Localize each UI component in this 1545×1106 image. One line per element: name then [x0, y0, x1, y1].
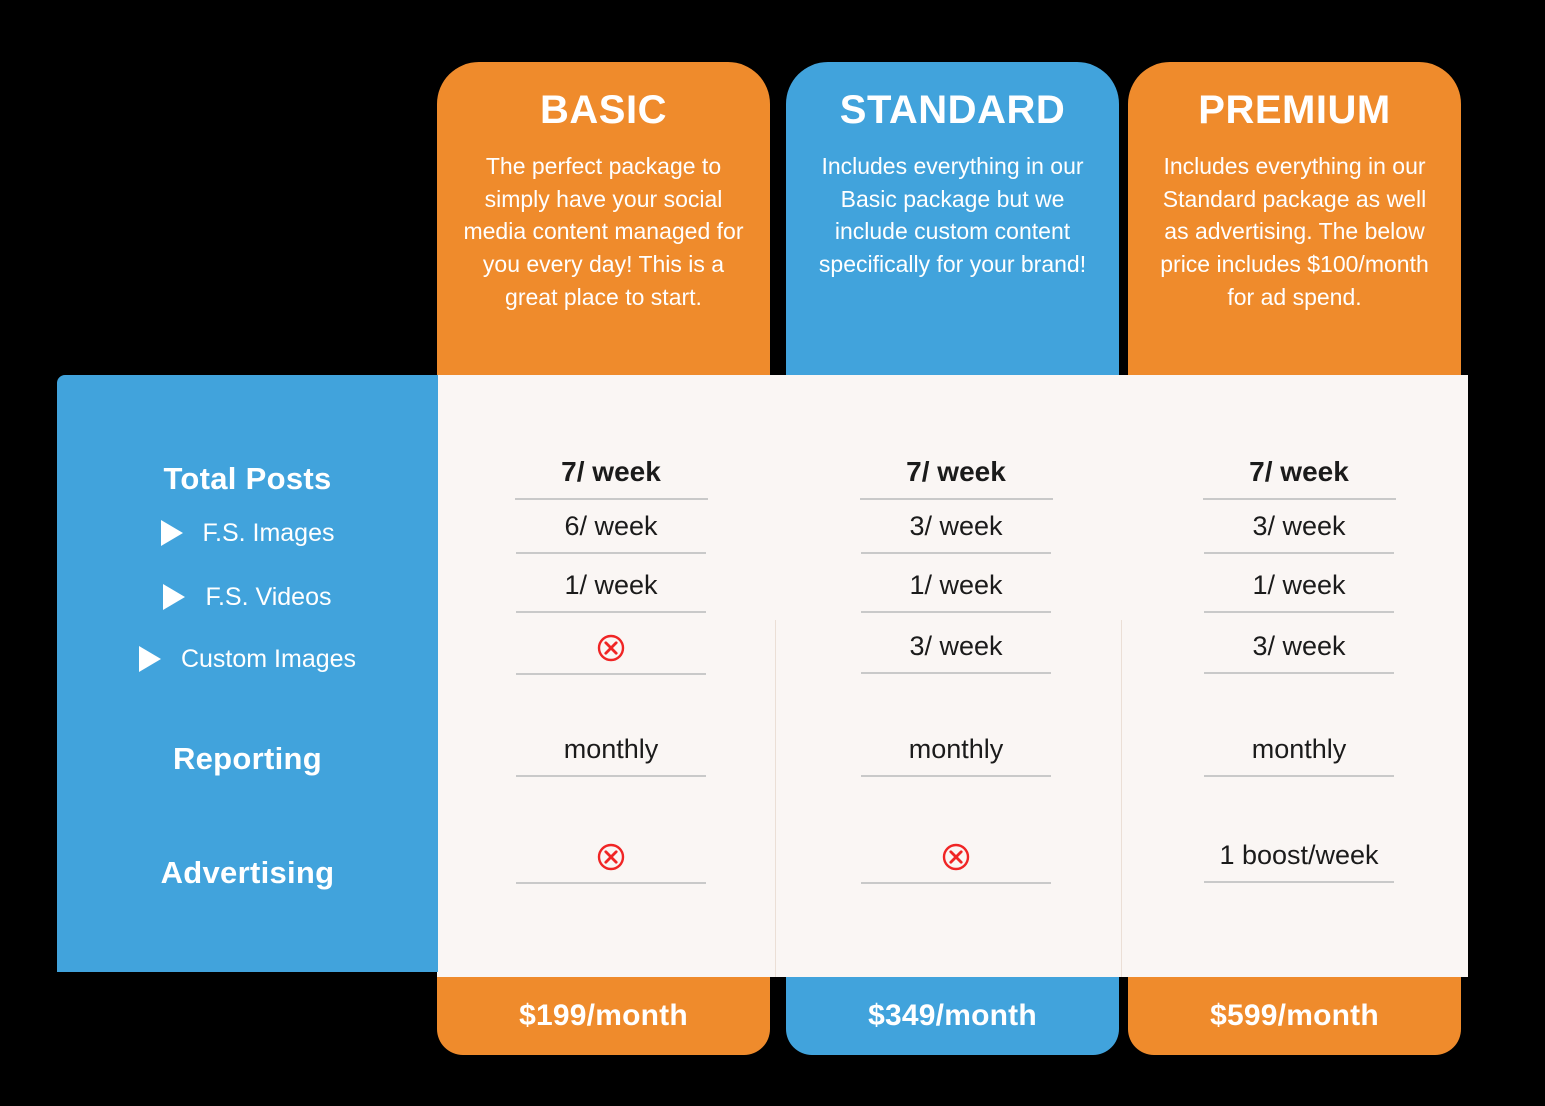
value-text: 7/ week [561, 456, 661, 487]
value-underline [516, 672, 706, 675]
value-underline [859, 497, 1053, 500]
value-cell: monthly [831, 734, 1081, 777]
column-divider-2 [1121, 620, 1122, 977]
sidebar-label: Advertising [160, 855, 335, 890]
sidebar-label: Custom Images [180, 644, 357, 673]
value-cell: 1 boost/week [1174, 840, 1424, 883]
value-cell [486, 632, 736, 675]
plan-title-premium: PREMIUM [1198, 88, 1391, 132]
value-cell [486, 841, 736, 884]
value-not-included [831, 841, 1081, 872]
sidebar-label: F.S. Images [202, 518, 335, 547]
value-cell: 3/ week [831, 511, 1081, 554]
circle-x-icon [597, 843, 625, 871]
value-text: 7/ week [1249, 456, 1349, 487]
price-label-premium: $599/month [1210, 999, 1379, 1032]
value-cell: 1/ week [831, 570, 1081, 613]
value-text: 7/ week [906, 456, 1006, 487]
triangle-right-icon [160, 520, 183, 546]
value-cell: 7/ week [486, 456, 736, 500]
value-text: 3/ week [909, 631, 1003, 661]
value-text: monthly [563, 734, 659, 764]
value-underline [861, 551, 1051, 554]
sidebar-row-f-s-videos: F.S. Videos [57, 576, 438, 618]
sidebar-row-reporting: Reporting [57, 736, 438, 782]
sidebar-row-advertising: Advertising [57, 850, 438, 896]
value-cell: 3/ week [831, 631, 1081, 674]
value-text: 6/ week [564, 511, 658, 541]
value-not-included [486, 841, 736, 872]
circle-x-icon [942, 843, 970, 871]
value-text: 1/ week [564, 570, 658, 600]
plan-header-basic[interactable]: BASIC The perfect package to simply have… [437, 62, 770, 380]
value-cell: 6/ week [486, 511, 736, 554]
feature-labels-sidebar: Total Posts F.S. Images F.S. Videos Custom … [57, 375, 438, 972]
value-cell [831, 841, 1081, 884]
value-text: 1 boost/week [1219, 840, 1379, 870]
value-underline [516, 881, 706, 884]
value-underline [516, 774, 706, 777]
value-cell: 3/ week [1174, 631, 1424, 674]
comparison-body: 7/ week 6/ week 1/ week monthly 7/ week 3/ w… [437, 375, 1468, 977]
value-cell: 7/ week [1174, 456, 1424, 500]
triangle-right-icon [138, 646, 161, 672]
price-footer-basic[interactable]: $199/month [437, 977, 770, 1055]
triangle-right-icon [163, 584, 186, 610]
plan-title-basic: BASIC [540, 88, 667, 132]
value-text: 3/ week [1252, 631, 1346, 661]
sidebar-label: Reporting [172, 741, 323, 776]
value-underline [516, 551, 706, 554]
value-text: monthly [1251, 734, 1347, 764]
sidebar-row-f-s-images: F.S. Images [57, 512, 438, 554]
sidebar-label: Total Posts [163, 461, 332, 496]
plan-description-premium: Includes everything in our Standard pack… [1160, 153, 1429, 310]
price-label-standard: $349/month [868, 999, 1037, 1032]
value-underline [1202, 497, 1396, 500]
value-underline [514, 497, 708, 500]
plan-title-standard: STANDARD [839, 88, 1066, 132]
value-underline [1204, 774, 1394, 777]
value-text: 1/ week [1252, 570, 1346, 600]
plan-description-basic: The perfect package to simply have your … [463, 153, 744, 310]
sidebar-row-total-posts: Total Posts [57, 456, 438, 502]
column-divider-1 [775, 620, 776, 977]
value-underline [1204, 880, 1394, 883]
value-cell: monthly [1174, 734, 1424, 777]
value-not-included [486, 632, 736, 663]
price-label-basic: $199/month [519, 999, 688, 1032]
price-footer-premium[interactable]: $599/month [1128, 977, 1461, 1055]
sidebar-label: F.S. Videos [205, 582, 332, 611]
value-cell: monthly [486, 734, 736, 777]
plan-header-standard[interactable]: STANDARD Includes everything in our Basi… [786, 62, 1119, 380]
value-cell: 1/ week [486, 570, 736, 613]
circle-x-icon [597, 634, 625, 662]
value-underline [861, 671, 1051, 674]
plan-description-standard: Includes everything in our Basic package… [818, 153, 1087, 277]
price-footer-standard[interactable]: $349/month [786, 977, 1119, 1055]
value-cell: 7/ week [831, 456, 1081, 500]
value-cell: 3/ week [1174, 511, 1424, 554]
pricing-table: BASIC The perfect package to simply have… [0, 0, 1545, 1106]
value-text: 1/ week [909, 570, 1003, 600]
value-underline [861, 774, 1051, 777]
value-text: 3/ week [1252, 511, 1346, 541]
value-underline [861, 610, 1051, 613]
value-underline [1204, 610, 1394, 613]
value-underline [516, 610, 706, 613]
value-text: monthly [908, 734, 1004, 764]
sidebar-row-custom-images: Custom Images [57, 638, 438, 680]
value-cell: 1/ week [1174, 570, 1424, 613]
value-underline [1204, 671, 1394, 674]
value-underline [1204, 551, 1394, 554]
plan-header-premium[interactable]: PREMIUM Includes everything in our Stand… [1128, 62, 1461, 380]
value-text: 3/ week [909, 511, 1003, 541]
value-underline [861, 881, 1051, 884]
